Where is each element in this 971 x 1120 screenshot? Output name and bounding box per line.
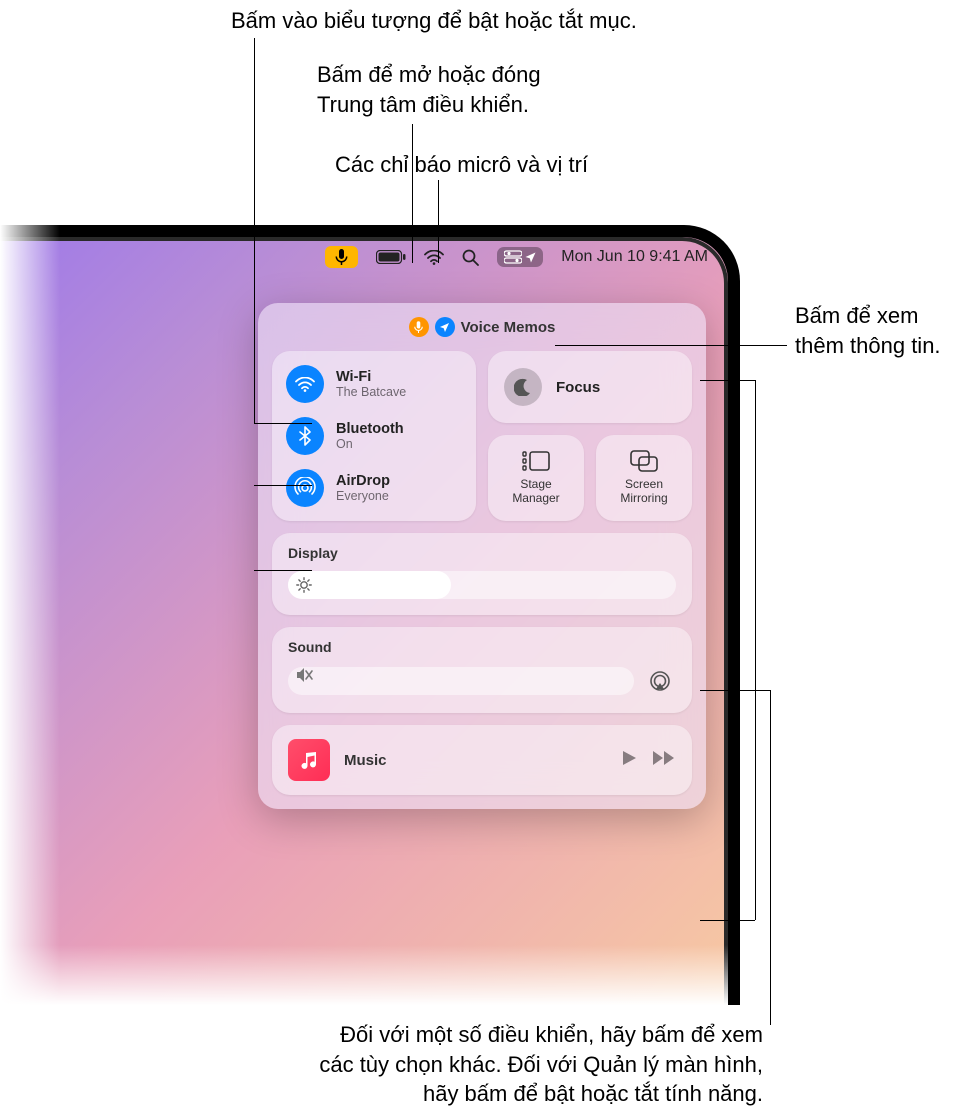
connectivity-tile: Wi-Fi The Batcave Bluetooth On <box>272 351 476 521</box>
focus-label: Focus <box>556 379 600 396</box>
stage-manager-tile[interactable]: Stage Manager <box>488 435 584 521</box>
brightness-icon <box>296 577 312 593</box>
privacy-indicator-row[interactable]: Voice Memos <box>272 317 692 337</box>
leader-line <box>254 570 312 571</box>
battery-icon[interactable] <box>376 250 406 264</box>
mic-recording-indicator[interactable] <box>325 246 358 268</box>
screen-mirroring-label: Screen Mirroring <box>620 478 667 506</box>
callout-toggle-icons: Bấm vào biểu tượng để bật hoặc tắt mục. <box>231 6 637 36</box>
wifi-label: Wi-Fi <box>336 369 406 385</box>
leader-line <box>254 423 312 424</box>
menubar-datetime[interactable]: Mon Jun 10 9:41 AM <box>561 248 708 266</box>
display-slider[interactable] <box>288 571 676 599</box>
menubar: Mon Jun 10 9:41 AM <box>0 241 722 273</box>
leader-line <box>700 920 755 921</box>
next-track-button[interactable] <box>652 749 676 772</box>
airdrop-icon[interactable] <box>286 469 324 507</box>
leader-line <box>700 380 755 381</box>
control-center-panel: Voice Memos Wi-Fi The Batcave <box>258 303 706 809</box>
airplay-audio-button[interactable] <box>644 665 676 697</box>
display-label: Display <box>288 545 676 561</box>
sound-label: Sound <box>288 639 676 655</box>
leader-line <box>438 180 439 263</box>
sound-muted-icon <box>296 667 314 683</box>
screen-mirroring-tile[interactable]: Screen Mirroring <box>596 435 692 521</box>
sound-tile[interactable]: Sound <box>272 627 692 713</box>
control-center-menubar-button[interactable] <box>497 247 543 267</box>
screen-mirroring-icon <box>630 450 658 472</box>
focus-icon <box>504 368 542 406</box>
bluetooth-status: On <box>336 437 404 451</box>
leader-line <box>254 38 255 423</box>
stage-manager-icon <box>522 450 550 472</box>
mic-in-use-badge <box>409 317 429 337</box>
play-button[interactable] <box>620 749 638 772</box>
wifi-status: The Batcave <box>336 385 406 399</box>
callout-more-info: Bấm để xem thêm thông tin. <box>795 301 941 360</box>
bluetooth-label: Bluetooth <box>336 421 404 437</box>
privacy-app-name: Voice Memos <box>461 319 556 336</box>
callout-open-close-cc: Bấm để mở hoặc đóng Trung tâm điều khiển… <box>317 60 541 119</box>
location-indicator-icon <box>525 252 536 263</box>
music-tile[interactable]: Music <box>272 725 692 795</box>
airdrop-row[interactable]: AirDrop Everyone <box>286 469 462 507</box>
device-screen: Mon Jun 10 9:41 AM Voice Memos Wi-Fi <box>0 225 740 1005</box>
airdrop-status: Everyone <box>336 489 390 503</box>
callout-controls-hint: Đối với một số điều khiển, hãy bấm để xe… <box>319 1020 763 1109</box>
wifi-icon[interactable] <box>286 365 324 403</box>
wifi-menubar-icon[interactable] <box>424 250 444 265</box>
spotlight-icon[interactable] <box>462 249 479 266</box>
bluetooth-row[interactable]: Bluetooth On <box>286 417 462 455</box>
leader-line <box>700 690 770 691</box>
leader-line <box>412 124 413 263</box>
leader-line <box>770 690 771 1025</box>
display-slider-fill <box>288 571 451 599</box>
leader-line <box>755 380 756 920</box>
stage-manager-label: Stage Manager <box>512 478 559 506</box>
focus-tile[interactable]: Focus <box>488 351 692 423</box>
sound-slider[interactable] <box>288 667 634 695</box>
wifi-row[interactable]: Wi-Fi The Batcave <box>286 365 462 403</box>
airdrop-label: AirDrop <box>336 473 390 489</box>
location-in-use-badge <box>435 317 455 337</box>
music-label: Music <box>344 752 606 769</box>
callout-mic-loc: Các chỉ báo micrô và vị trí <box>335 150 588 180</box>
music-artwork <box>288 739 330 781</box>
leader-line <box>254 485 312 486</box>
leader-line <box>555 345 787 346</box>
display-tile[interactable]: Display <box>272 533 692 615</box>
